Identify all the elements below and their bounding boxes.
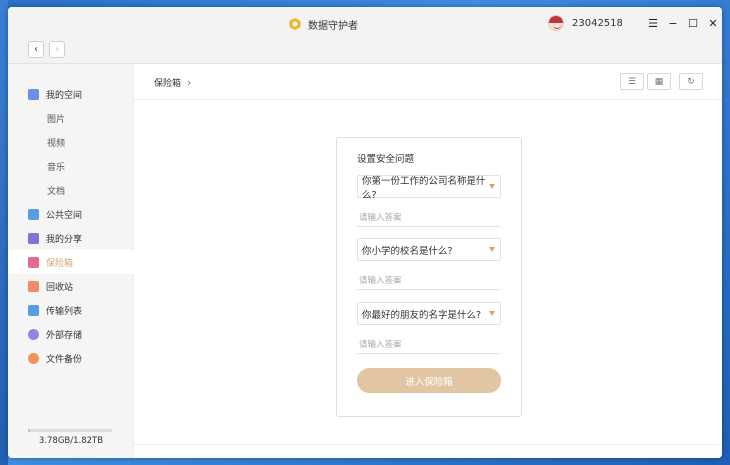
app-logo-icon <box>289 18 301 30</box>
trash-icon <box>28 280 39 292</box>
back-button[interactable]: ‹ <box>28 41 44 58</box>
security-question-select-3[interactable]: 你最好的朋友的名字是什么? <box>357 302 501 325</box>
sidebar-item-videos[interactable]: 视频 <box>8 130 134 154</box>
storage-text: 3.78GB/1.82TB <box>38 436 104 446</box>
enter-safe-button[interactable]: 进入保险箱 <box>357 368 501 393</box>
footer-divider <box>134 444 722 445</box>
sidebar-item-transfer-list[interactable]: 传输列表 <box>8 298 134 322</box>
close-icon[interactable]: ✕ <box>706 16 720 30</box>
sort-list-icon[interactable]: ☰ <box>620 73 644 90</box>
title-bar: 数据守护者 23042518 ☰ − ☐ ✕ ‹ › <box>8 7 722 64</box>
selected-question: 你最好的朋友的名字是什么? <box>362 309 482 321</box>
menu-icon[interactable]: ☰ <box>646 16 660 30</box>
sidebar-item-file-backup[interactable]: 文件备份 <box>8 346 134 370</box>
grid-view-icon[interactable]: ▦ <box>647 73 671 90</box>
security-question-select-2[interactable]: 你小学的校名是什么? <box>357 238 501 261</box>
sidebar-item-safe[interactable]: 保险箱 <box>8 250 134 274</box>
minimize-icon[interactable]: − <box>666 16 680 30</box>
security-question-select-1[interactable]: 你第一份工作的公司名称是什么? <box>357 175 501 201</box>
sidebar-item-trash[interactable]: 回收站 <box>8 274 134 298</box>
maximize-icon[interactable]: ☐ <box>686 16 700 30</box>
sidebar-item-label: 音乐 <box>47 162 66 173</box>
window-controls: ☰ − ☐ ✕ <box>646 16 720 30</box>
sidebar-item-music[interactable]: 音乐 <box>8 154 134 178</box>
app-title-text: 数据守护者 <box>308 20 358 32</box>
sidebar-item-label: 视频 <box>47 138 66 149</box>
chevron-down-icon <box>489 184 495 189</box>
chevron-down-icon <box>489 247 495 252</box>
sidebar-item-documents[interactable]: 文档 <box>8 178 134 202</box>
app-window: 数据守护者 23042518 ☰ − ☐ ✕ ‹ › 我的空间 图片 视频 音乐 <box>8 7 722 458</box>
content-toolbar: 保险箱 › ☰ ▦ ↻ <box>134 64 722 100</box>
answer-input-2[interactable] <box>357 272 501 290</box>
storage-usage-fill <box>28 429 30 432</box>
breadcrumb: 保险箱 › <box>154 76 191 89</box>
selected-question: 你第一份工作的公司名称是什么? <box>362 175 486 201</box>
sidebar-item-images[interactable]: 图片 <box>8 106 134 130</box>
security-form-title: 设置安全问题 <box>357 154 415 165</box>
sidebar-item-label: 外部存储 <box>46 330 83 341</box>
selected-question: 你小学的校名是什么? <box>362 245 453 257</box>
history-navigation: ‹ › <box>28 41 65 58</box>
answer-input-1[interactable] <box>357 209 501 227</box>
desktop-background <box>0 0 8 465</box>
sidebar-item-label: 保险箱 <box>46 258 74 269</box>
app-title: 数据守护者 <box>288 16 358 32</box>
transfer-icon <box>28 304 39 316</box>
my-space-icon <box>28 88 39 100</box>
sidebar-item-label: 图片 <box>47 114 66 125</box>
sidebar-item-label: 文档 <box>47 186 66 197</box>
main-content: 保险箱 › ☰ ▦ ↻ 设置安全问题 你第一份工作的公司名称是什么? 你小学的校… <box>134 64 722 458</box>
username: 23042518 <box>572 17 623 29</box>
sidebar-item-label: 我的空间 <box>46 90 83 101</box>
sidebar-item-public-space[interactable]: 公共空间 <box>8 202 134 226</box>
chevron-right-icon: › <box>187 76 192 89</box>
sidebar-item-external-storage[interactable]: 外部存储 <box>8 322 134 346</box>
sidebar-item-label: 传输列表 <box>46 306 83 317</box>
share-icon <box>28 232 39 244</box>
avatar[interactable] <box>548 15 564 31</box>
forward-button[interactable]: › <box>49 41 65 58</box>
backup-icon <box>28 352 39 364</box>
sidebar-item-label: 我的分享 <box>46 234 83 245</box>
sidebar-item-my-share[interactable]: 我的分享 <box>8 226 134 250</box>
safe-icon <box>28 256 39 268</box>
chevron-down-icon <box>489 311 495 316</box>
public-space-icon <box>28 208 39 220</box>
breadcrumb-current[interactable]: 保险箱 <box>154 76 181 89</box>
sidebar-item-label: 公共空间 <box>46 210 83 221</box>
security-question-card: 设置安全问题 你第一份工作的公司名称是什么? 你小学的校名是什么? 你最好的朋友… <box>336 137 522 417</box>
external-storage-icon <box>28 328 39 340</box>
user-area[interactable]: 23042518 <box>548 15 623 31</box>
sidebar-item-label: 文件备份 <box>46 354 83 365</box>
storage-usage-bar <box>28 429 112 432</box>
sidebar: 我的空间 图片 视频 音乐 文档 公共空间 我的分享 保险箱 回收站 传输列表 … <box>8 64 134 458</box>
sidebar-item-label: 回收站 <box>46 282 74 293</box>
sidebar-item-my-space[interactable]: 我的空间 <box>8 82 134 106</box>
answer-input-3[interactable] <box>357 336 501 354</box>
refresh-icon[interactable]: ↻ <box>679 73 703 90</box>
